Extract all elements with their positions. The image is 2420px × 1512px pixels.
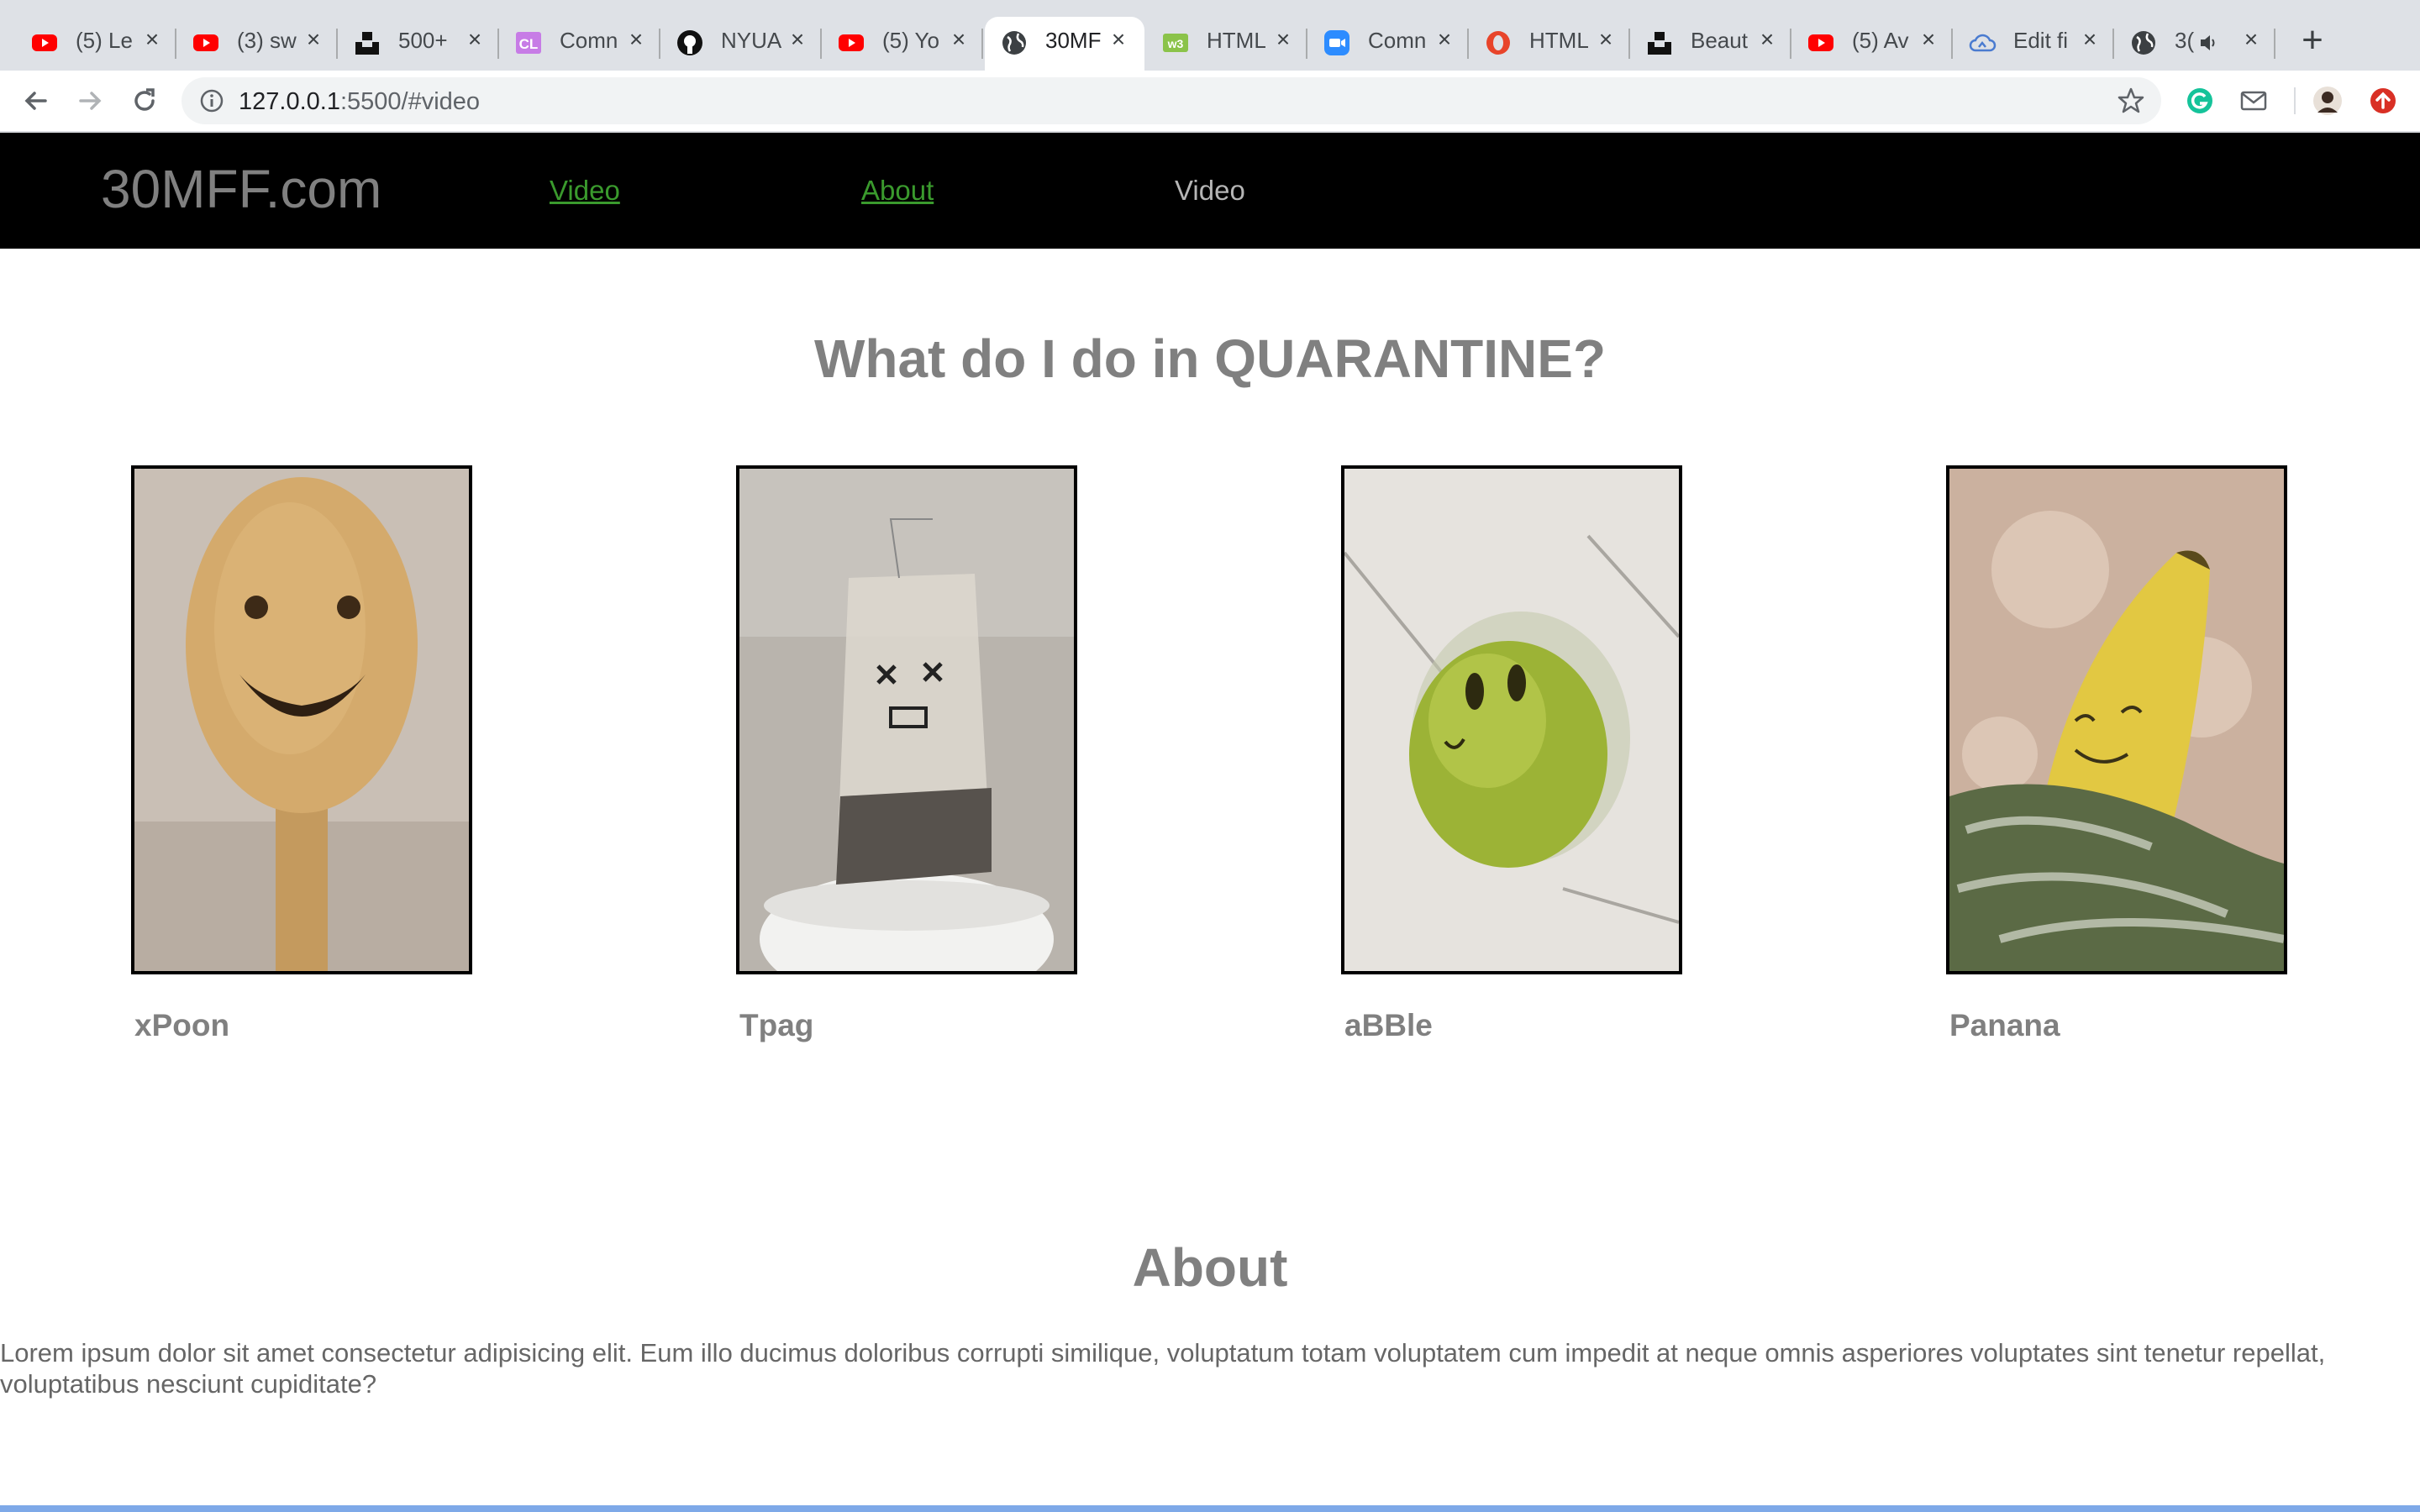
tab-close-icon[interactable]: ×	[299, 25, 328, 54]
cloud-icon	[1969, 34, 1996, 52]
tab-title: (3) sw	[237, 28, 297, 53]
tab-close-icon[interactable]: ×	[1269, 25, 1297, 54]
tab-title: HTML	[1207, 28, 1266, 53]
video-label-spoon: xPoon	[134, 1008, 230, 1042]
tab-close-icon[interactable]: ×	[1753, 25, 1781, 54]
browser-tab[interactable]: (5) Le ×	[15, 17, 176, 71]
url-path: :5500/#video	[339, 88, 481, 115]
tab-close-icon[interactable]: ×	[622, 25, 650, 54]
browser-tab[interactable]: w3 HTML ×	[1146, 17, 1307, 71]
video-thumbnail-banana[interactable]	[1946, 465, 2287, 974]
browser-tab[interactable]: (3) sw ×	[176, 17, 338, 71]
tab-title: HTML	[1529, 28, 1589, 53]
youtube-icon	[1808, 34, 1833, 51]
tab-title: (5) Av	[1852, 28, 1909, 53]
tab-separator	[981, 29, 983, 59]
about-paragraph: Lorem ipsum dolor sit amet consectetur a…	[0, 1338, 2326, 1399]
browser-toolbar: 127.0.0.1:5500/#video	[0, 71, 2420, 133]
tab-title: (5) Le	[76, 28, 133, 53]
mail-icon[interactable]	[2235, 82, 2272, 119]
youtube-icon	[839, 34, 864, 51]
banana-image	[1949, 469, 2284, 971]
video-label-apple: aBBle	[1344, 1008, 1433, 1042]
browser-tab[interactable]: Edit fi ×	[1953, 17, 2114, 71]
nav-link-video-secondary[interactable]: Video	[1175, 175, 1245, 207]
browser-tab[interactable]: (5) Yo ×	[822, 17, 983, 71]
tab-close-icon[interactable]: ×	[1914, 25, 1943, 54]
nav-link-video[interactable]: Video	[550, 175, 620, 207]
back-arrow-icon[interactable]	[17, 82, 54, 119]
tab-close-icon[interactable]: ×	[2237, 25, 2265, 54]
video-label-banana: Panana	[1949, 1008, 2060, 1042]
video-thumbnail-apple[interactable]	[1341, 465, 1682, 974]
tab-close-icon[interactable]: ×	[944, 25, 973, 54]
tab-close-icon[interactable]: ×	[460, 25, 489, 54]
forward-arrow-icon[interactable]	[72, 82, 109, 119]
browser-tab[interactable]: (5) Av ×	[1791, 17, 1953, 71]
url-host: 127.0.0.1	[239, 88, 340, 115]
tab-close-icon[interactable]: ×	[138, 25, 166, 54]
tab-close-icon[interactable]: ×	[1430, 25, 1459, 54]
browser-tab-active[interactable]: 30MF ×	[985, 17, 1144, 71]
about-heading: About	[1132, 1237, 1288, 1298]
tab-close-icon[interactable]: ×	[1104, 25, 1133, 54]
tab-title: 30MF	[1045, 28, 1102, 53]
nav-link-about[interactable]: About	[861, 175, 934, 207]
teabag-image	[739, 469, 1074, 971]
youtube-icon	[193, 34, 218, 51]
spoon-image	[134, 469, 469, 971]
tab-title: Comn	[1368, 28, 1427, 53]
svg-text:CL: CL	[519, 36, 539, 52]
tab-title: Edit fi	[2013, 28, 2069, 53]
globe-icon	[2132, 31, 2155, 55]
browser-tab[interactable]: Beaut ×	[1630, 17, 1791, 71]
browser-tab[interactable]: NYUA ×	[660, 17, 822, 71]
info-icon[interactable]	[198, 87, 225, 114]
videos-heading: What do I do in QUARANTINE?	[813, 328, 1607, 389]
zoom-icon	[1324, 30, 1349, 55]
tab-title: NYUA	[721, 28, 782, 53]
opera-icon	[1486, 31, 1510, 55]
apple-image	[1344, 469, 1679, 971]
globe-icon	[1002, 31, 1026, 55]
tab-title: 3(	[2175, 28, 2195, 53]
cl-icon: CL	[516, 32, 541, 54]
unsplash-icon	[355, 32, 379, 55]
github-icon	[677, 30, 702, 55]
w3schools-icon: w3	[1163, 34, 1188, 52]
toolbar-divider	[2294, 87, 2296, 114]
tab-title: Beaut	[1691, 28, 1748, 53]
update-icon[interactable]	[2365, 82, 2402, 119]
tab-title: (5) Yo	[882, 28, 939, 53]
tab-close-icon[interactable]: ×	[1591, 25, 1620, 54]
tab-title: Comn	[560, 28, 618, 53]
url-text[interactable]: 127.0.0.1:5500/#video	[239, 88, 480, 116]
site-navbar: 30MFF.com Video About Video	[0, 133, 2420, 249]
tab-close-icon[interactable]: ×	[783, 25, 812, 54]
tab-close-icon[interactable]: ×	[2075, 25, 2104, 54]
new-tab-button[interactable]: +	[2292, 22, 2333, 62]
site-logo[interactable]: 30MFF.com	[101, 158, 381, 220]
browser-tab[interactable]: CL Comn ×	[499, 17, 660, 71]
speaker-icon[interactable]	[2198, 32, 2220, 54]
svg-text:w3: w3	[1167, 37, 1184, 50]
browser-tab[interactable]: 3( ×	[2114, 17, 2275, 71]
browser-tab[interactable]: 500+ ×	[338, 17, 499, 71]
browser-tab[interactable]: HTML ×	[1469, 17, 1630, 71]
grammarly-icon[interactable]	[2181, 82, 2218, 119]
browser-tab[interactable]: Comn ×	[1307, 17, 1469, 71]
video-thumbnail-spoon[interactable]	[131, 465, 472, 974]
tab-title: 500+	[398, 28, 448, 53]
profile-avatar[interactable]	[2309, 82, 2346, 119]
video-label-teabag: Tpag	[739, 1008, 814, 1042]
browser-tab-strip: (5) Le × (3) sw × 500+ × CL Comn × NYUA …	[0, 0, 2420, 71]
bottom-accent-bar	[0, 1505, 2420, 1512]
address-bar[interactable]: 127.0.0.1:5500/#video	[182, 77, 2161, 124]
unsplash-icon	[1648, 32, 1671, 55]
bookmark-star-icon[interactable]	[2116, 86, 2146, 116]
tab-separator	[2274, 29, 2275, 59]
reload-icon[interactable]	[126, 82, 163, 119]
youtube-icon	[32, 34, 57, 51]
video-thumbnail-teabag[interactable]	[736, 465, 1077, 974]
